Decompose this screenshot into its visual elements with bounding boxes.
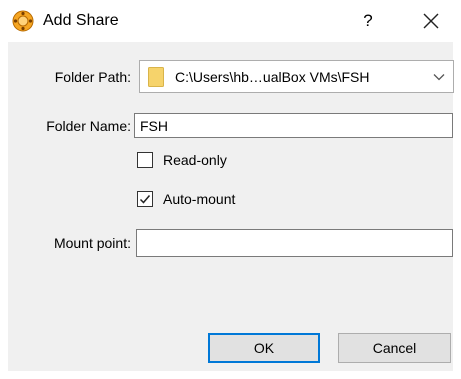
automount-checkbox[interactable] <box>137 191 153 207</box>
folder-path-value: C:\Users\hb…ualBox VMs\FSH <box>175 69 370 85</box>
automount-label[interactable]: Auto-mount <box>163 190 235 208</box>
close-icon[interactable] <box>418 8 444 34</box>
mount-point-input[interactable] <box>136 229 453 257</box>
chevron-down-icon[interactable] <box>433 73 445 81</box>
folder-icon <box>148 67 164 87</box>
readonly-label[interactable]: Read-only <box>163 151 227 169</box>
cancel-button[interactable]: Cancel <box>338 333 451 363</box>
ok-button[interactable]: OK <box>208 333 320 363</box>
virtualbox-icon <box>12 10 34 32</box>
checkmark-icon <box>139 195 151 204</box>
help-button[interactable]: ? <box>356 8 380 34</box>
folder-path-combobox[interactable]: C:\Users\hb…ualBox VMs\FSH <box>139 60 454 93</box>
folder-name-label: Folder Name: <box>46 118 131 134</box>
folder-name-input[interactable] <box>134 113 453 138</box>
mount-point-label: Mount point: <box>53 235 131 251</box>
window-title: Add Share <box>43 12 119 29</box>
title-bar: Add Share ? <box>0 0 461 42</box>
readonly-checkbox[interactable] <box>137 152 153 168</box>
folder-path-label: Folder Path: <box>54 69 131 85</box>
